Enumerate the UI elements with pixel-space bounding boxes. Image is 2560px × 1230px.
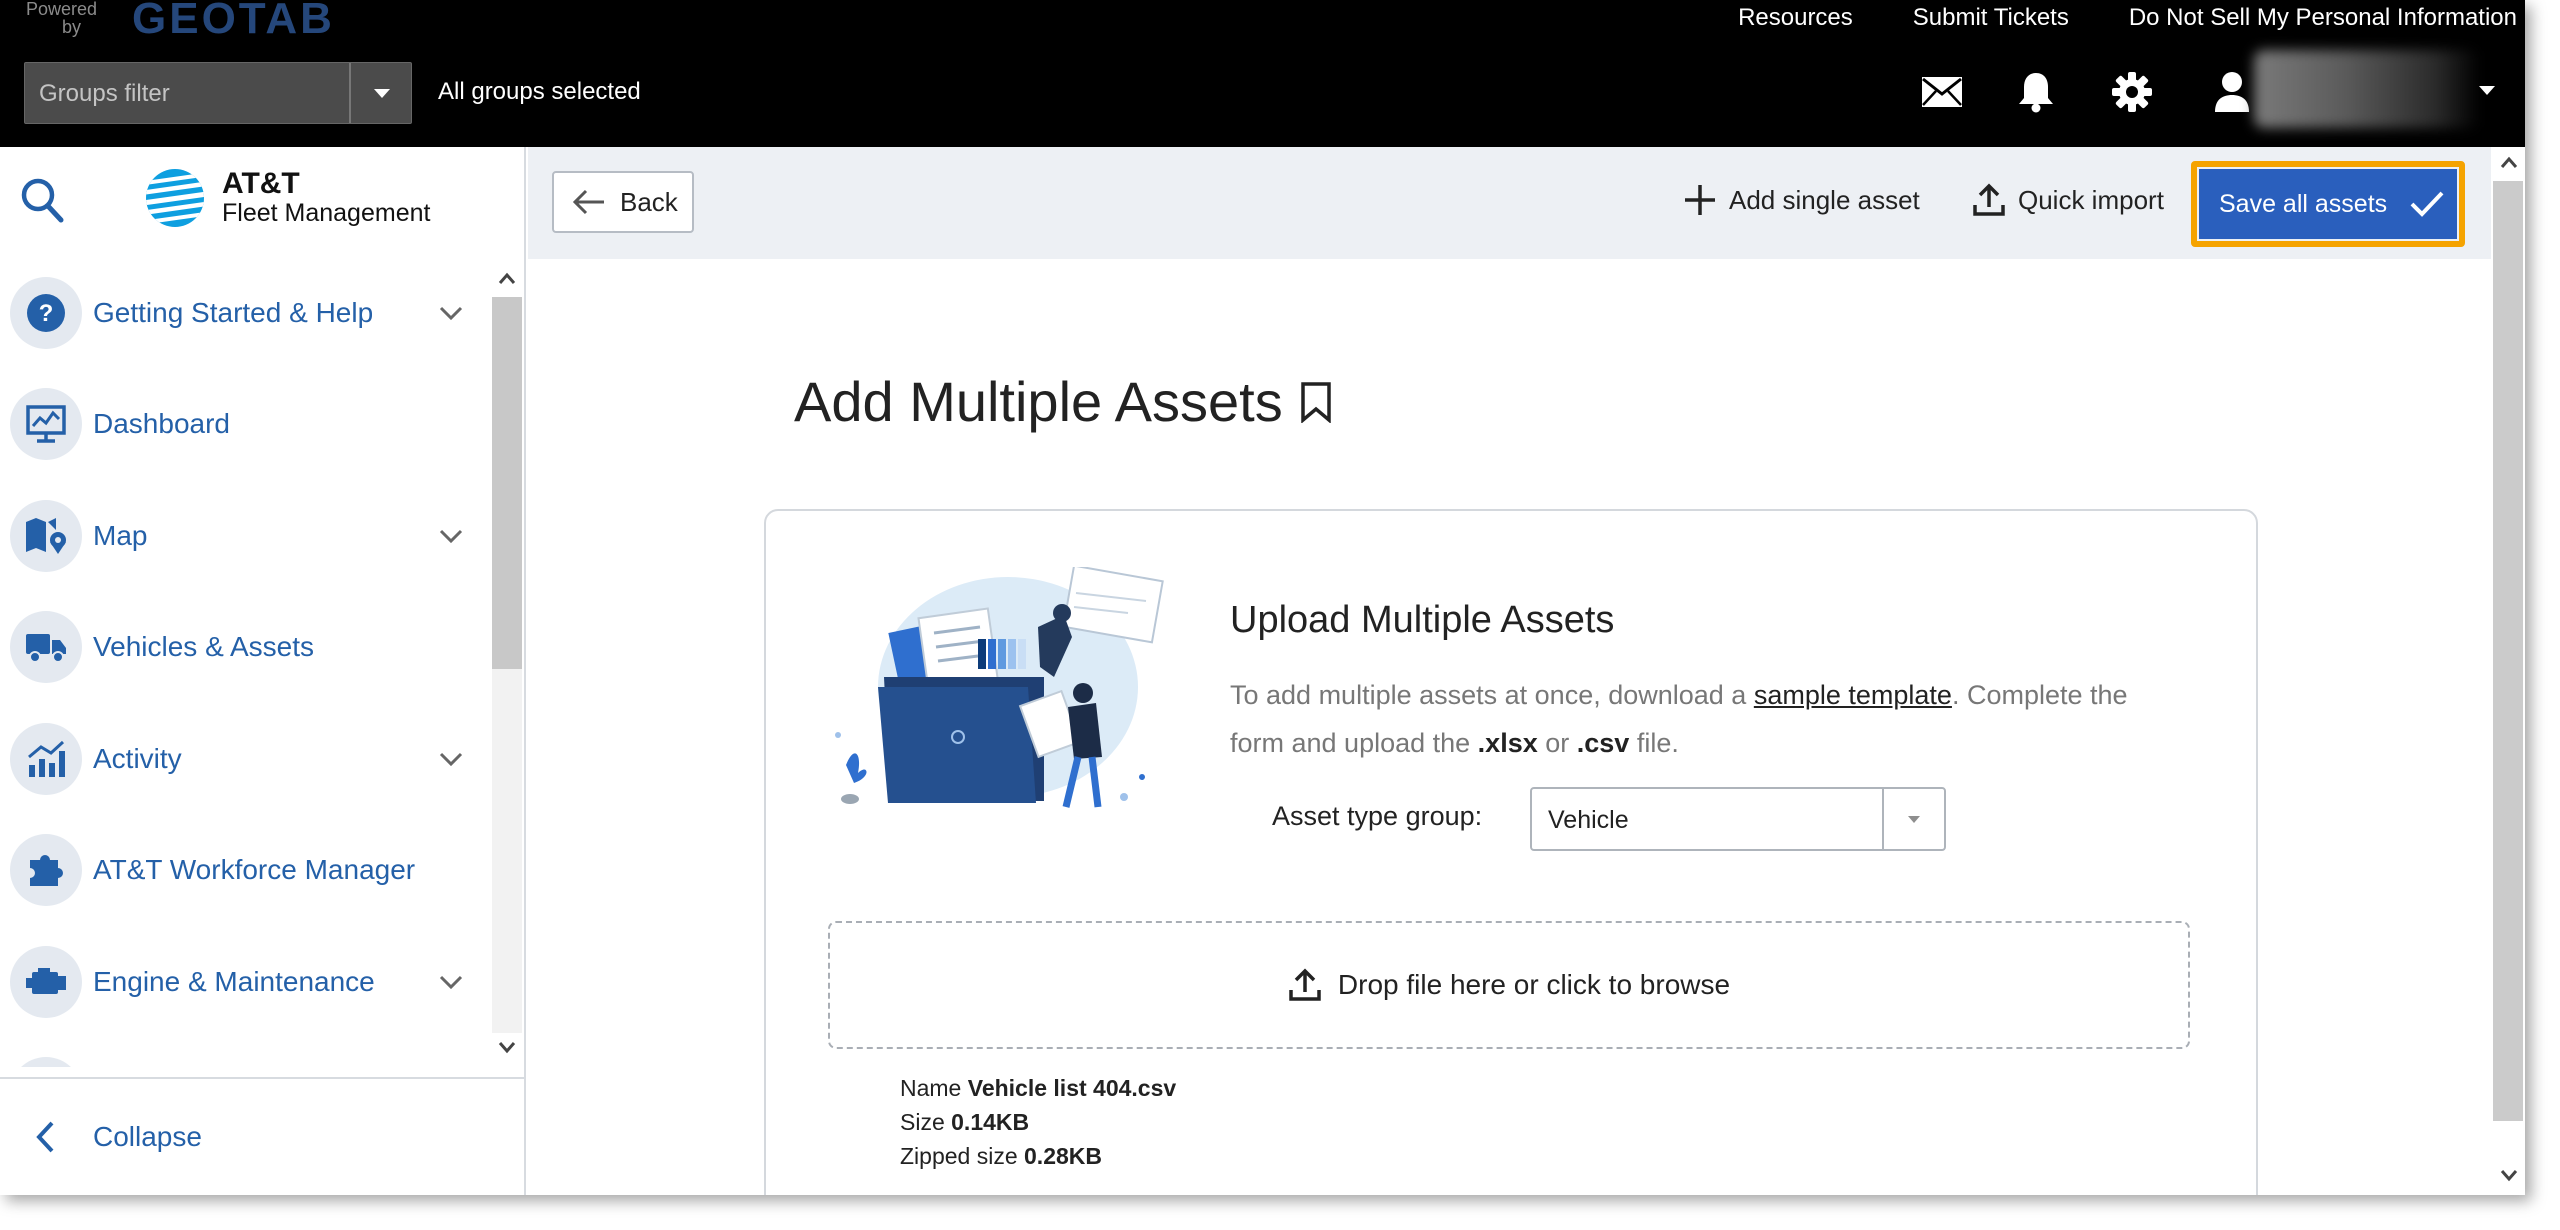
page-title: Add Multiple Assets xyxy=(794,369,1333,434)
activity-icon xyxy=(10,722,82,795)
upload-icon xyxy=(1289,968,1321,1001)
quick-import-button[interactable]: Quick import xyxy=(1972,183,2164,217)
gear-icon[interactable] xyxy=(2108,68,2156,116)
puzzle-icon xyxy=(10,834,82,907)
chevron-down-icon[interactable] xyxy=(2499,1167,2519,1183)
do-not-sell-link[interactable]: Do Not Sell My Personal Information xyxy=(2129,4,2517,32)
asset-type-group-select[interactable]: Vehicle xyxy=(1530,787,1946,851)
page-toolbar: Back Add single asset Quick import Save … xyxy=(528,147,2491,259)
file-size-row: Size 0.14KB xyxy=(900,1109,1030,1135)
file-name-row: Name Vehicle list 404.csv xyxy=(900,1075,1177,1101)
nav-item-partial[interactable] xyxy=(0,1038,490,1067)
truck-icon xyxy=(10,611,82,684)
nav-item-vehicles-assets[interactable]: Vehicles & Assets xyxy=(0,592,490,704)
nav-label: Dashboard xyxy=(93,408,230,440)
groups-filter-input[interactable]: Groups filter xyxy=(25,63,349,123)
nav-label: Vehicles & Assets xyxy=(93,631,315,663)
groups-filter-dropdown-button[interactable] xyxy=(349,63,411,123)
chevron-down-icon[interactable] xyxy=(438,749,464,769)
search-icon[interactable] xyxy=(20,177,64,228)
sidebar-scrollbar[interactable] xyxy=(490,265,524,1065)
back-button[interactable]: Back xyxy=(552,171,694,233)
svg-text:?: ? xyxy=(39,300,54,327)
nav-item-activity[interactable]: Activity xyxy=(0,703,490,815)
sample-template-link[interactable]: sample template xyxy=(1754,680,1952,710)
nav-item-map[interactable]: Map xyxy=(0,480,490,592)
main-content: Back Add single asset Quick import Save … xyxy=(528,147,2525,1195)
folder-illustration xyxy=(835,567,1164,808)
top-links: Resources Submit Tickets Do Not Sell My … xyxy=(1738,4,2517,32)
plus-icon xyxy=(1685,185,1715,215)
chevron-down-icon[interactable] xyxy=(438,303,464,323)
scrollbar-thumb[interactable] xyxy=(492,297,522,669)
add-single-asset-label: Add single asset xyxy=(1729,184,1920,215)
nav-label: Getting Started & Help xyxy=(93,296,374,328)
save-all-highlight: Save all assets xyxy=(2191,161,2465,247)
nav-list: ? Getting Started & Help Dashboard Map V… xyxy=(0,257,490,1067)
upload-description: To add multiple assets at once, download… xyxy=(1230,680,2128,758)
dropzone-label: Drop file here or click to browse xyxy=(1337,969,1731,1000)
resources-link[interactable]: Resources xyxy=(1738,4,1853,32)
scrollbar-thumb[interactable] xyxy=(2493,181,2523,1121)
upload-card: Upload Multiple Assets To add multiple a… xyxy=(764,509,2258,1195)
help-icon: ? xyxy=(10,276,82,349)
nav-label: AT&T Workforce Manager xyxy=(93,854,416,886)
chevron-down-icon[interactable] xyxy=(438,526,464,546)
chevron-down-icon[interactable] xyxy=(497,1039,517,1055)
chevron-left-icon xyxy=(36,1121,54,1153)
groups-status-text: All groups selected xyxy=(438,78,641,105)
chevron-up-icon[interactable] xyxy=(2499,155,2519,171)
upload-icon xyxy=(1973,183,2005,216)
nav-label: Map xyxy=(93,519,148,551)
att-globe-icon xyxy=(146,169,204,227)
submit-tickets-link[interactable]: Submit Tickets xyxy=(1913,4,2069,32)
asset-type-group-label: Asset type group: xyxy=(1272,801,1483,831)
powered-by-label: Powered by xyxy=(26,0,98,37)
dashboard-icon xyxy=(10,388,82,461)
uploaded-file-info: Name Vehicle list 404.csv Size 0.14KB Zi… xyxy=(900,1071,1176,1173)
main-scrollbar[interactable] xyxy=(2491,147,2525,1195)
collapse-label: Collapse xyxy=(93,1121,202,1152)
upload-title: Upload Multiple Assets xyxy=(1230,599,1615,641)
bookmark-icon[interactable] xyxy=(1299,381,1333,423)
geotab-logo[interactable]: GEOTAB xyxy=(132,0,335,44)
groups-filter[interactable]: Groups filter xyxy=(24,62,412,124)
nav-label: Activity xyxy=(93,742,182,774)
asset-type-group-value[interactable]: Vehicle xyxy=(1532,789,1882,849)
quick-import-label: Quick import xyxy=(2018,184,2164,215)
asset-type-dropdown-button[interactable] xyxy=(1882,789,1944,849)
bell-icon[interactable] xyxy=(2012,68,2060,116)
check-icon xyxy=(2410,191,2444,217)
save-all-assets-button[interactable]: Save all assets xyxy=(2199,169,2457,239)
sidebar: AT&T Fleet Management ? Getting Started … xyxy=(0,147,526,1195)
mail-icon[interactable] xyxy=(1918,68,1966,116)
back-label: Back xyxy=(620,186,678,217)
page-title-text: Add Multiple Assets xyxy=(794,370,1283,433)
engine-icon xyxy=(10,945,82,1018)
file-dropzone[interactable]: Drop file here or click to browse xyxy=(828,921,2190,1049)
nav-item-dashboard[interactable]: Dashboard xyxy=(0,369,490,481)
arrow-left-icon xyxy=(572,189,604,215)
chevron-down-icon[interactable] xyxy=(438,972,464,992)
nav-item-workforce-manager[interactable]: AT&T Workforce Manager xyxy=(0,815,490,927)
user-name-redacted[interactable] xyxy=(2254,50,2480,128)
att-fleet-logo[interactable]: AT&T Fleet Management xyxy=(144,167,430,229)
chevron-down-icon[interactable] xyxy=(2479,86,2495,95)
add-single-asset-button[interactable]: Add single asset xyxy=(1683,183,1920,217)
logo-subtitle: Fleet Management xyxy=(222,199,431,227)
top-bar: Powered by GEOTAB Resources Submit Ticke… xyxy=(0,0,2525,147)
app-window: Powered by GEOTAB Resources Submit Ticke… xyxy=(0,0,2525,1195)
nav-item-getting-started[interactable]: ? Getting Started & Help xyxy=(0,257,490,369)
collapse-button[interactable]: Collapse xyxy=(0,1077,524,1195)
user-icon[interactable] xyxy=(2208,68,2256,116)
chevron-up-icon[interactable] xyxy=(497,271,517,287)
file-zipped-size-row: Zipped size 0.28KB xyxy=(900,1143,1102,1169)
nav-icon-partial xyxy=(10,1057,82,1067)
nav-item-engine-maintenance[interactable]: Engine & Maintenance xyxy=(0,926,490,1038)
save-all-label: Save all assets xyxy=(2219,189,2388,218)
nav-label: Engine & Maintenance xyxy=(93,965,375,997)
logo-title: AT&T xyxy=(222,167,300,200)
map-icon xyxy=(10,499,82,572)
